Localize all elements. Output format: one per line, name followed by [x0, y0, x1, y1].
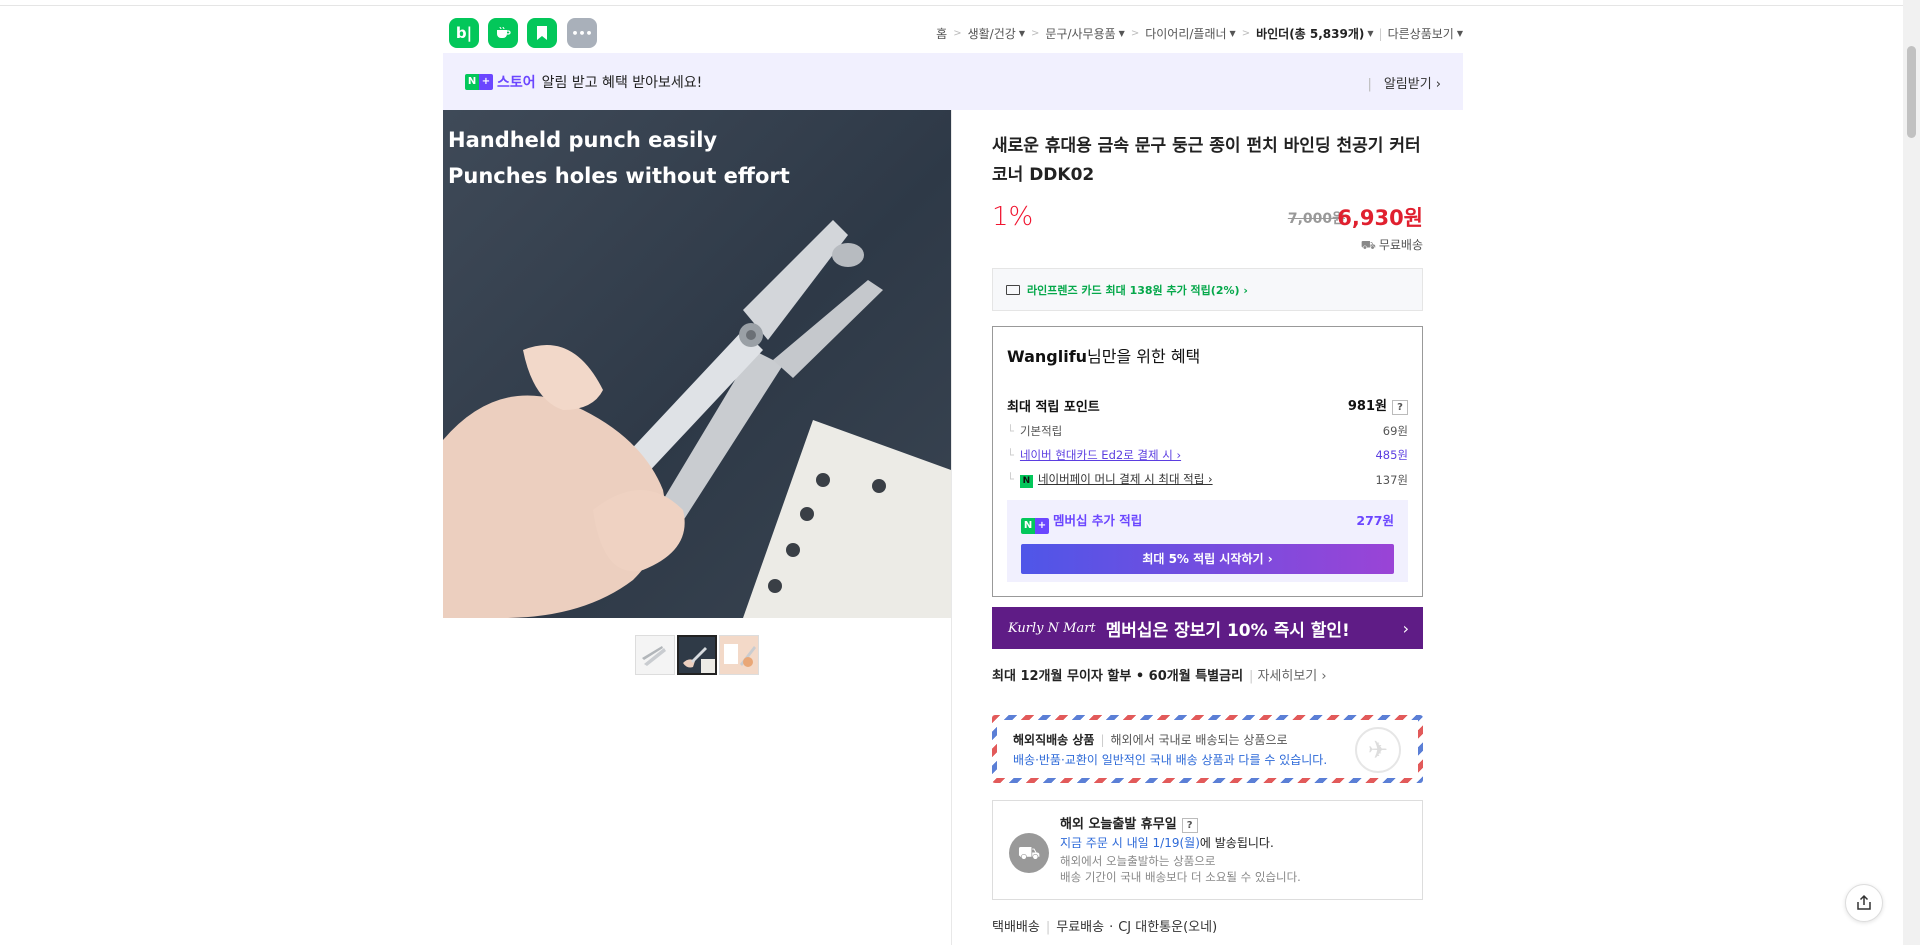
- chevron-right-icon: ›: [1402, 619, 1409, 638]
- breadcrumb: 홈 > 생활/건강 ▼ > 문구/사무용품 ▼ > 다이어리/플래너 ▼ > 바인더(…: [936, 25, 1463, 42]
- help-icon[interactable]: ?: [1181, 818, 1198, 833]
- store-label: 스토어: [497, 74, 536, 91]
- kurly-mart-logo: Kurly N Mart: [1008, 620, 1096, 636]
- card-points-row[interactable]: └ 네이버 현대카드 Ed2로 결제 시 › 485원: [1007, 447, 1408, 463]
- scrollbar-thumb[interactable]: [1907, 46, 1916, 138]
- chevron-down-icon: ▼: [1367, 29, 1374, 38]
- installment-more-link[interactable]: 자세히보기 ›: [1257, 669, 1326, 684]
- thumbnail-1[interactable]: [635, 635, 675, 675]
- max-points-row: 최대 적립 포인트 981원?: [1007, 395, 1408, 415]
- help-icon[interactable]: ?: [1392, 400, 1408, 415]
- product-page: b| ••• 홈 > 생활/건강 ▼ > 문구/사무용품 ▼ > 다이어리/플래너 ▼…: [443, 6, 1463, 945]
- thumbnail-2[interactable]: [677, 635, 717, 675]
- basic-points-row: └ 기본적립 69원: [1007, 424, 1408, 438]
- kurly-mart-banner[interactable]: Kurly N Mart 멤버십은 장보기 10% 즉시 할인! ›: [992, 607, 1423, 649]
- airplane-stamp-icon: ✈: [1355, 727, 1401, 773]
- bookmark-app-icon[interactable]: [527, 18, 557, 48]
- breadcrumb-category-1[interactable]: 생활/건강: [968, 25, 1016, 42]
- dispatch-note-1: 해외에서 오늘출발하는 상품으로: [1060, 854, 1216, 868]
- discount-rate: 1%: [992, 202, 1034, 232]
- thumbnail-list: [635, 635, 759, 675]
- more-apps-icon[interactable]: •••: [567, 18, 597, 48]
- credit-card-icon: [1006, 284, 1020, 295]
- cafe-app-icon[interactable]: [488, 18, 518, 48]
- thumbnail-3[interactable]: [719, 635, 759, 675]
- breadcrumb-category-4[interactable]: 바인더(총 5,839개): [1256, 25, 1364, 42]
- membership-value: 277원: [1356, 513, 1394, 528]
- dispatch-title: 해외 오늘출발 휴무일: [1060, 817, 1177, 832]
- product-main-image[interactable]: Handheld punch easily Punches holes with…: [443, 110, 951, 618]
- overseas-shipping-notice: 해외직배송 상품 | 해외에서 국내로 배송되는 상품으로 배송·반품·교환이 일반…: [992, 715, 1423, 783]
- membership-box: N + 멤버십 추가 적립 277원 최대 5% 적립 시작하기 ›: [1007, 500, 1408, 582]
- chevron-down-icon: ▼: [1018, 29, 1025, 38]
- delivery-truck-icon: ⛟: [1009, 833, 1049, 873]
- chevron-down-icon: ▼: [1229, 29, 1236, 38]
- shipping-info: ⛟ 무료배송: [1360, 238, 1423, 252]
- hole-punch-illustration: [443, 220, 951, 618]
- installment-info: 최대 12개월 무이자 할부 • 60개월 특별금리 | 자세히보기 ›: [992, 669, 1327, 684]
- other-products-link[interactable]: 다른상품보기: [1388, 25, 1454, 42]
- share-icon: [1857, 894, 1871, 910]
- kurly-banner-text: 멤버십은 장보기 10% 즉시 할인!: [1105, 620, 1350, 641]
- product-info: 새로운 휴대용 금속 문구 둥근 종이 펀치 바인딩 천공기 커터 코너 DDK…: [992, 110, 1423, 935]
- membership-label: 멤버십 추가 적립: [1053, 513, 1143, 528]
- blog-app-icon[interactable]: b|: [449, 18, 479, 48]
- overseas-title: 해외직배송 상품: [1013, 733, 1095, 747]
- price-row: 1% 7,000원 6,930원: [992, 198, 1423, 238]
- page-scrollbar[interactable]: [1903, 0, 1920, 945]
- chevron-down-icon: ▼: [1456, 29, 1463, 38]
- card-offer[interactable]: 라인프렌즈 카드 최대 138원 추가 적립(2%) ›: [992, 268, 1423, 311]
- store-alert-banner: N + 스토어 알림 받고 혜택 받아보세요! | 알림받기 ›: [443, 53, 1463, 110]
- subscribe-alert-button[interactable]: | 알림받기 ›: [1367, 73, 1441, 92]
- breadcrumb-category-3[interactable]: 다이어리/플래너: [1145, 25, 1226, 42]
- start-membership-button[interactable]: 최대 5% 적립 시작하기 ›: [1021, 543, 1394, 574]
- banner-message: 알림 받고 혜택 받아보세요!: [541, 74, 703, 91]
- product-gallery: Handheld punch easily Punches holes with…: [443, 110, 952, 945]
- delivery-method: 택배배송 | 무료배송 · CJ 대한통운(오네): [992, 920, 1218, 935]
- naverpay-n-icon: N: [1019, 475, 1033, 488]
- dispatch-info: ⛟ 해외 오늘출발 휴무일? 지금 주문 시 내일 1/19(월)에 발송됩니다…: [992, 800, 1423, 900]
- product-title: 새로운 휴대용 금속 문구 둥근 종이 펀치 바인딩 천공기 커터 코너 DDK…: [992, 136, 1421, 185]
- truck-icon: ⛟: [1360, 238, 1376, 252]
- benefit-box: Wanglifu님만을 위한 혜택 최대 적립 포인트 981원? └ 기본적립 …: [992, 326, 1423, 597]
- overseas-note: 배송·반품·교환이 일반적인 국내 배송 상품과 다를 수 있습니다.: [1013, 753, 1328, 767]
- naver-plus-logo-icon: N +: [1021, 517, 1049, 534]
- chevron-down-icon: ▼: [1118, 29, 1125, 38]
- dispatch-date: 지금 주문 시 내일 1/19(월): [1060, 836, 1200, 850]
- sale-price: 6,930원: [1337, 206, 1423, 230]
- breadcrumb-home[interactable]: 홈: [936, 25, 947, 42]
- breadcrumb-category-2[interactable]: 문구/사무용품: [1045, 25, 1115, 42]
- benefit-title: Wanglifu님만을 위한 혜택: [1007, 347, 1201, 366]
- pay-money-points-row[interactable]: └ N 네이버페이 머니 결제 시 최대 적립 › 137원: [1007, 471, 1408, 488]
- overseas-desc: 해외에서 국내로 배송되는 상품으로: [1110, 733, 1288, 747]
- store-header: b| ••• 홈 > 생활/건강 ▼ > 문구/사무용품 ▼ > 다이어리/플래너 ▼…: [443, 12, 1463, 52]
- dispatch-note-2: 배송 기간이 국내 배송보다 더 소요될 수 있습니다.: [1060, 870, 1301, 884]
- naver-plus-logo-icon: N +: [465, 73, 493, 90]
- share-button[interactable]: [1845, 884, 1883, 922]
